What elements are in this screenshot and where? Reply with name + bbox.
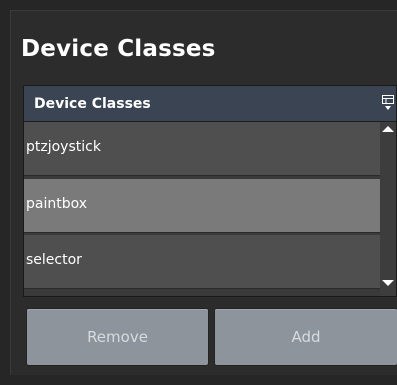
column-chooser-icon[interactable] — [382, 95, 394, 111]
table-header: Device Classes — [24, 86, 396, 122]
arrow-up-icon[interactable] — [382, 126, 394, 132]
vertical-scrollbar[interactable] — [380, 122, 396, 296]
row-label: paintbox — [26, 196, 88, 212]
app-frame: Device Classes Device Classes ptzjoystic… — [0, 0, 397, 385]
arrow-down-icon[interactable] — [382, 280, 394, 286]
panel-title: Device Classes — [21, 36, 216, 62]
table-row-selected[interactable]: paintbox — [24, 179, 380, 233]
row-label: selector — [26, 252, 82, 268]
remove-button[interactable]: Remove — [27, 309, 208, 365]
table-rows: ptzjoystick paintbox selector — [24, 122, 380, 296]
remove-button-label: Remove — [87, 328, 148, 346]
table-row[interactable]: ptzjoystick — [24, 122, 380, 176]
row-label: ptzjoystick — [26, 139, 101, 155]
table-row[interactable]: selector — [24, 235, 380, 289]
column-header-device-classes[interactable]: Device Classes — [34, 96, 151, 112]
device-classes-table: Device Classes ptzjoystick paintbox sele… — [23, 85, 397, 297]
add-button-label: Add — [291, 328, 321, 346]
add-button[interactable]: Add — [215, 309, 397, 365]
